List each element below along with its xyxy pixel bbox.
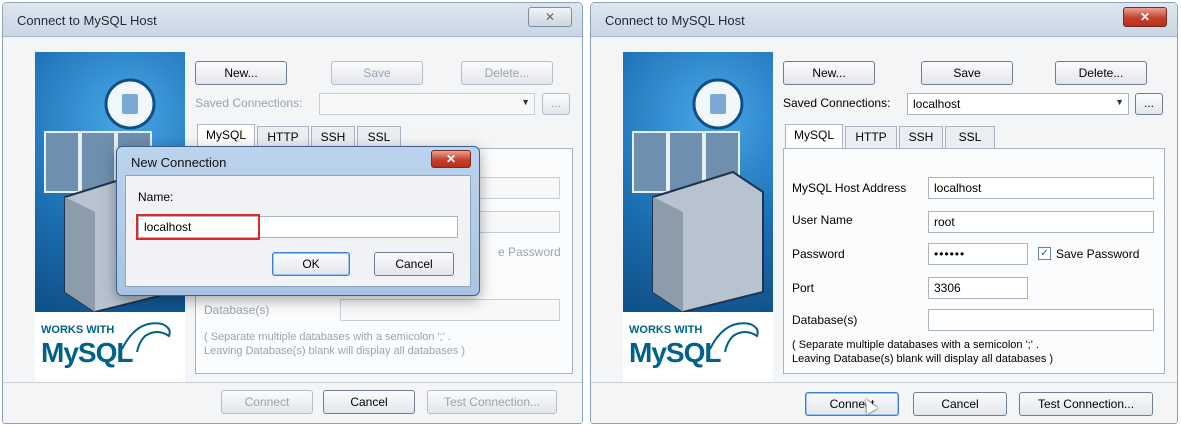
database-note-line1: ( Separate multiple databases with a sem… bbox=[792, 339, 1039, 351]
save-button[interactable]: Save bbox=[331, 61, 423, 85]
saved-connections-value: localhost bbox=[913, 97, 961, 111]
delete-button[interactable]: Delete... bbox=[461, 61, 553, 85]
close-button[interactable]: ✕ bbox=[528, 7, 572, 27]
dolphin-icon bbox=[121, 322, 171, 353]
dropdown-arrow-icon: ▼ bbox=[1115, 97, 1124, 107]
password-field[interactable]: •••••• bbox=[928, 243, 1028, 265]
close-icon: ✕ bbox=[1139, 10, 1151, 24]
close-button[interactable]: ✕ bbox=[1123, 7, 1167, 27]
database-note-line1: ( Separate multiple databases with a sem… bbox=[204, 331, 451, 343]
cancel-button[interactable]: Cancel bbox=[913, 392, 1007, 416]
database-field[interactable] bbox=[340, 299, 560, 321]
save-password-checkbox[interactable]: ✓ bbox=[1038, 247, 1051, 260]
saved-connections-combo[interactable]: localhost ▼ bbox=[907, 93, 1129, 115]
brand-graphic bbox=[623, 52, 773, 314]
database-note-line2: Leaving Database(s) blank will display a… bbox=[204, 345, 466, 357]
dialog-title: New Connection bbox=[131, 155, 227, 170]
footer-divider bbox=[591, 382, 1177, 383]
tab-http[interactable]: HTTP bbox=[845, 126, 897, 148]
more-button[interactable]: ... bbox=[1135, 93, 1163, 115]
tab-ssl[interactable]: SSL bbox=[945, 126, 995, 148]
mysql-tab-panel: MySQL Host Address localhost User Name r… bbox=[783, 148, 1165, 374]
right-titlebar: Connect to MySQL Host ✕ bbox=[591, 3, 1177, 37]
save-button[interactable]: Save bbox=[921, 61, 1013, 85]
tab-ssh[interactable]: SSH bbox=[311, 126, 355, 148]
tab-mysql[interactable]: MySQL bbox=[785, 124, 843, 148]
window-title: Connect to MySQL Host bbox=[605, 13, 745, 28]
window-title: Connect to MySQL Host bbox=[17, 13, 157, 28]
delete-button[interactable]: Delete... bbox=[1055, 61, 1147, 85]
connect-button[interactable]: Connect bbox=[221, 390, 313, 414]
dolphin-icon bbox=[709, 322, 759, 353]
left-titlebar: Connect to MySQL Host ✕ bbox=[3, 3, 582, 37]
database-field[interactable] bbox=[928, 309, 1154, 331]
database-note-line2: Leaving Database(s) blank will display a… bbox=[792, 353, 1054, 365]
dialog-body: Name: localhost OK Cancel bbox=[125, 175, 471, 287]
dropdown-arrow-icon: ▼ bbox=[521, 97, 530, 107]
works-with-label: WORKS WITH bbox=[629, 324, 703, 336]
saved-connections-label: Saved Connections: bbox=[195, 96, 303, 110]
tab-ssh[interactable]: SSH bbox=[899, 126, 943, 148]
tab-strip: MySQL HTTP SSH SSL bbox=[195, 124, 555, 148]
port-field[interactable]: 3306 bbox=[928, 277, 1028, 299]
connect-button[interactable]: Connect bbox=[805, 392, 899, 416]
test-connection-button[interactable]: Test Connection... bbox=[427, 390, 557, 414]
dialog-cancel-button[interactable]: Cancel bbox=[374, 252, 454, 276]
server-illustration-icon bbox=[632, 78, 764, 314]
cancel-button[interactable]: Cancel bbox=[323, 390, 415, 414]
more-button[interactable]: ... bbox=[542, 93, 570, 115]
saved-connections-label: Saved Connections: bbox=[783, 96, 891, 110]
new-button[interactable]: New... bbox=[195, 61, 287, 85]
right-window: Connect to MySQL Host ✕ WORKS WITH MySQL bbox=[590, 2, 1178, 424]
tab-ssl[interactable]: SSL bbox=[357, 126, 401, 148]
saved-connections-combo[interactable]: ▼ bbox=[319, 93, 535, 115]
database-label: Database(s) bbox=[204, 303, 270, 317]
close-icon: ✕ bbox=[544, 10, 556, 24]
host-address-field[interactable]: localhost bbox=[928, 177, 1154, 199]
new-connection-dialog: New Connection ✕ Name: localhost OK Canc… bbox=[116, 146, 480, 296]
save-password-label: e Password bbox=[498, 245, 561, 259]
database-label: Database(s) bbox=[792, 313, 858, 327]
mysql-brand-panel: WORKS WITH MySQL bbox=[623, 52, 773, 382]
right-content: WORKS WITH MySQL New... Save Delete... S… bbox=[591, 38, 1177, 423]
name-highlight-box bbox=[136, 214, 260, 240]
port-label: Port bbox=[792, 281, 815, 295]
checkmark-icon: ✓ bbox=[1040, 248, 1049, 259]
user-name-label: User Name bbox=[792, 213, 853, 227]
works-with-label: WORKS WITH bbox=[41, 324, 115, 336]
tab-mysql[interactable]: MySQL bbox=[197, 124, 255, 148]
test-connection-button[interactable]: Test Connection... bbox=[1019, 392, 1153, 416]
new-button[interactable]: New... bbox=[783, 61, 875, 85]
save-password-label: Save Password bbox=[1056, 247, 1140, 261]
close-icon: ✕ bbox=[445, 152, 457, 166]
tab-strip: MySQL HTTP SSH SSL bbox=[783, 124, 1143, 148]
name-label: Name: bbox=[138, 190, 174, 204]
host-address-label: MySQL Host Address bbox=[792, 181, 907, 195]
left-window: Connect to MySQL Host ✕ WORKS WITH MySQL bbox=[2, 2, 583, 424]
ok-button[interactable]: OK bbox=[272, 252, 350, 276]
dialog-close-button[interactable]: ✕ bbox=[431, 150, 471, 168]
footer-divider bbox=[3, 382, 582, 383]
user-name-field[interactable]: root bbox=[928, 211, 1154, 233]
password-label: Password bbox=[792, 247, 845, 261]
tab-http[interactable]: HTTP bbox=[257, 126, 309, 148]
